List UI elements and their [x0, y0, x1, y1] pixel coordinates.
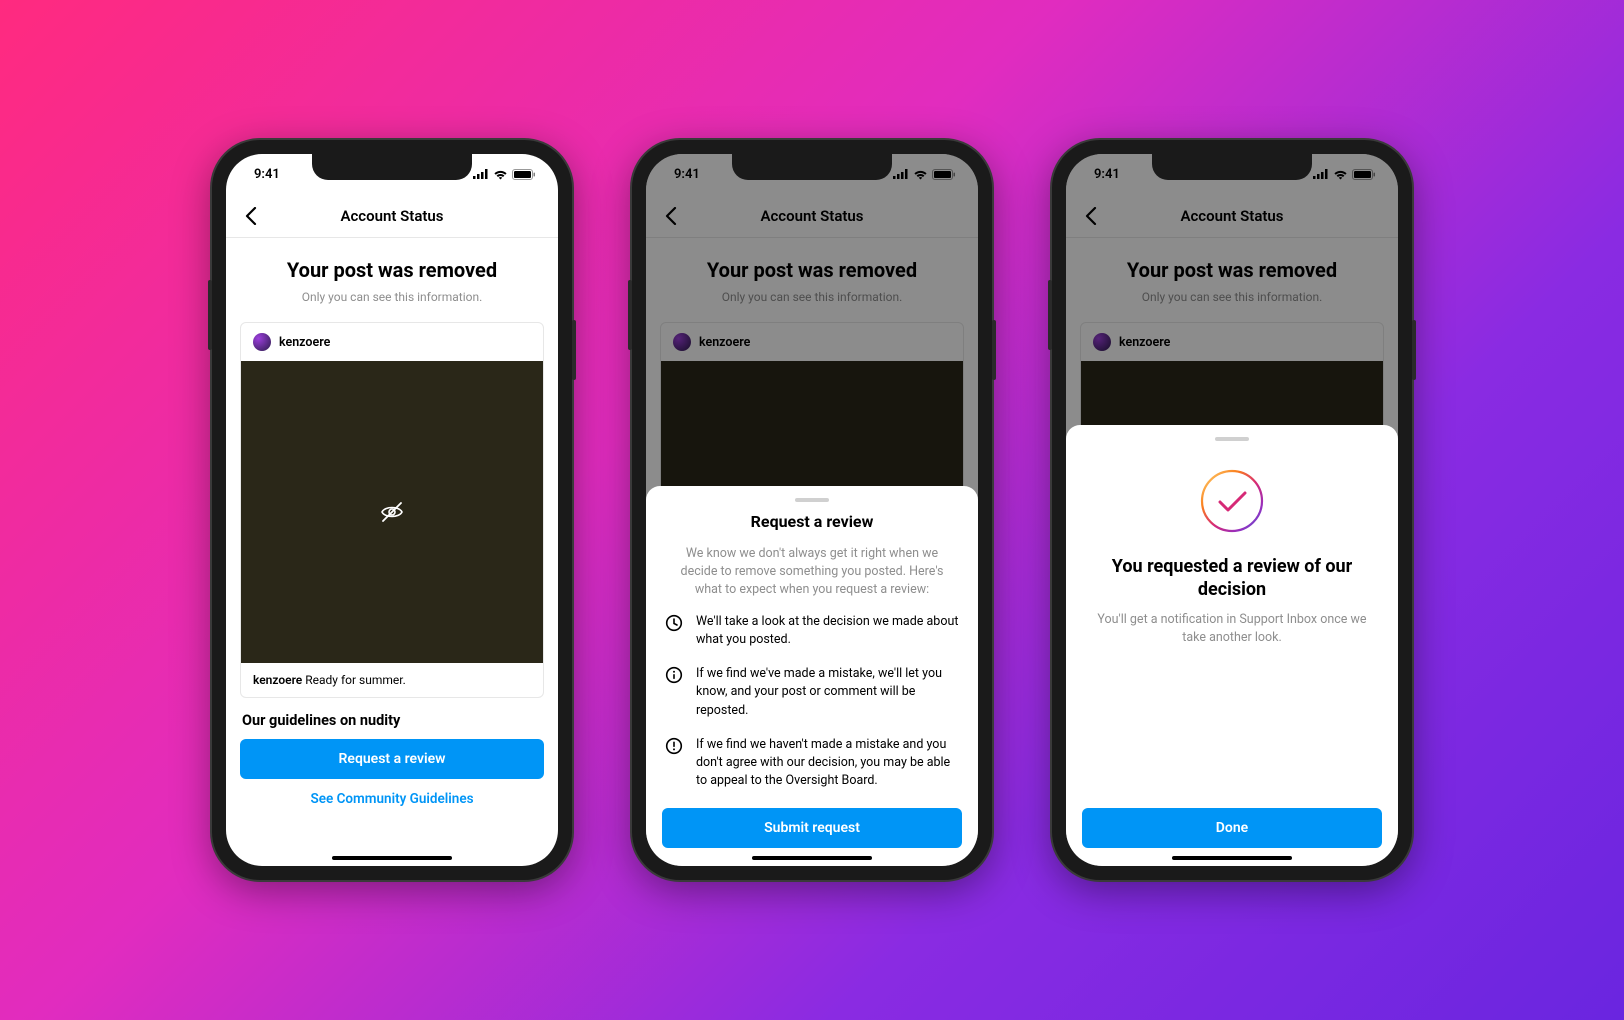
- request-review-sheet: Request a review We know we don't always…: [646, 486, 978, 866]
- phone-notch: [732, 154, 892, 180]
- submit-request-button[interactable]: Submit request: [662, 808, 962, 848]
- status-time: 9:41: [254, 167, 280, 182]
- phone-mockup-3: 9:41 Account Status Your post was remove…: [1052, 140, 1412, 880]
- main-content: Your post was removed Only you can see t…: [226, 238, 558, 829]
- review-step: We'll take a look at the decision we mad…: [664, 613, 960, 649]
- post-media-hidden: [241, 361, 543, 663]
- alert-icon: [664, 736, 684, 755]
- confirmation-title: You requested a review of our decision: [1082, 555, 1382, 602]
- status-icons: [473, 169, 536, 180]
- cellular-signal-icon: [473, 169, 489, 179]
- post-username: kenzoere: [279, 335, 330, 350]
- request-review-button[interactable]: Request a review: [240, 739, 544, 779]
- phone-screen: 9:41 Account Status Your post was remove…: [226, 154, 558, 866]
- info-icon: [664, 665, 684, 684]
- review-step-text: If we find we haven't made a mistake and…: [696, 736, 960, 790]
- phone-screen: 9:41 Account Status Your post was remove…: [646, 154, 978, 866]
- back-button[interactable]: [236, 201, 266, 231]
- review-step: If we find we haven't made a mistake and…: [664, 736, 960, 790]
- caption-text: Ready for summer.: [302, 673, 405, 687]
- hidden-eye-icon: [379, 499, 405, 525]
- user-avatar: [253, 333, 271, 351]
- review-confirmation-sheet: You requested a review of our decision Y…: [1066, 425, 1398, 866]
- phone-mockup-2: 9:41 Account Status Your post was remove…: [632, 140, 992, 880]
- community-guidelines-link[interactable]: See Community Guidelines: [240, 779, 544, 819]
- battery-icon: [512, 169, 536, 180]
- home-indicator[interactable]: [1172, 856, 1292, 860]
- wifi-icon: [493, 169, 508, 180]
- caption-username: kenzoere: [253, 673, 302, 687]
- review-step: If we find we've made a mistake, we'll l…: [664, 665, 960, 719]
- review-step-text: If we find we've made a mistake, we'll l…: [696, 665, 960, 719]
- removed-heading: Your post was removed: [240, 258, 544, 282]
- chevron-left-icon: [245, 207, 257, 225]
- success-check-icon: [1082, 465, 1382, 537]
- phone-notch: [1152, 154, 1312, 180]
- removed-post-card: kenzoere kenzoere Ready for summer.: [240, 322, 544, 698]
- sheet-grabber[interactable]: [795, 498, 829, 502]
- guidelines-heading: Our guidelines on nudity: [240, 698, 544, 739]
- sheet-intro-text: We know we don't always get it right whe…: [662, 545, 962, 599]
- review-steps-list: We'll take a look at the decision we mad…: [662, 613, 962, 790]
- confirmation-text: You'll get a notification in Support Inb…: [1082, 611, 1382, 647]
- phone-screen: 9:41 Account Status Your post was remove…: [1066, 154, 1398, 866]
- home-indicator[interactable]: [332, 856, 452, 860]
- home-indicator[interactable]: [752, 856, 872, 860]
- review-step-text: We'll take a look at the decision we mad…: [696, 613, 960, 649]
- done-button[interactable]: Done: [1082, 808, 1382, 848]
- post-caption: kenzoere Ready for summer.: [241, 663, 543, 697]
- nav-bar: Account Status: [226, 194, 558, 238]
- privacy-note: Only you can see this information.: [240, 290, 544, 304]
- page-title: Account Status: [340, 207, 443, 225]
- phone-mockup-1: 9:41 Account Status Your post was remove…: [212, 140, 572, 880]
- phone-notch: [312, 154, 472, 180]
- clock-icon: [664, 613, 684, 632]
- sheet-title: Request a review: [662, 512, 962, 531]
- post-header: kenzoere: [241, 323, 543, 361]
- sheet-grabber[interactable]: [1215, 437, 1249, 441]
